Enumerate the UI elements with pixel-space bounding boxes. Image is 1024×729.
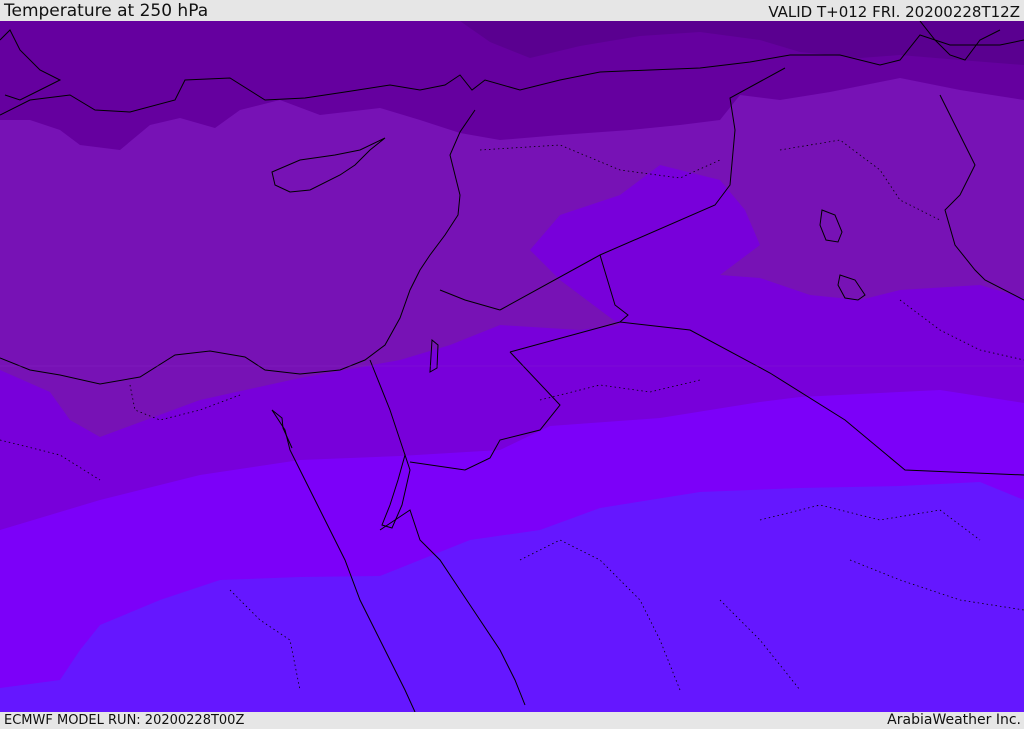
map-canvas [0,21,1024,712]
header-bar: Temperature at 250 hPa VALID T+012 FRI. … [0,0,1024,21]
model-run-label: ECMWF MODEL RUN: 20200228T00Z [4,713,245,728]
valid-time: VALID T+012 FRI. 20200228T12Z [768,3,1020,21]
footer-bar: ECMWF MODEL RUN: 20200228T00Z ArabiaWeat… [0,712,1024,729]
credit-label: ArabiaWeather Inc. [887,712,1021,728]
temperature-map [0,21,1024,712]
map-title: Temperature at 250 hPa [4,1,209,21]
